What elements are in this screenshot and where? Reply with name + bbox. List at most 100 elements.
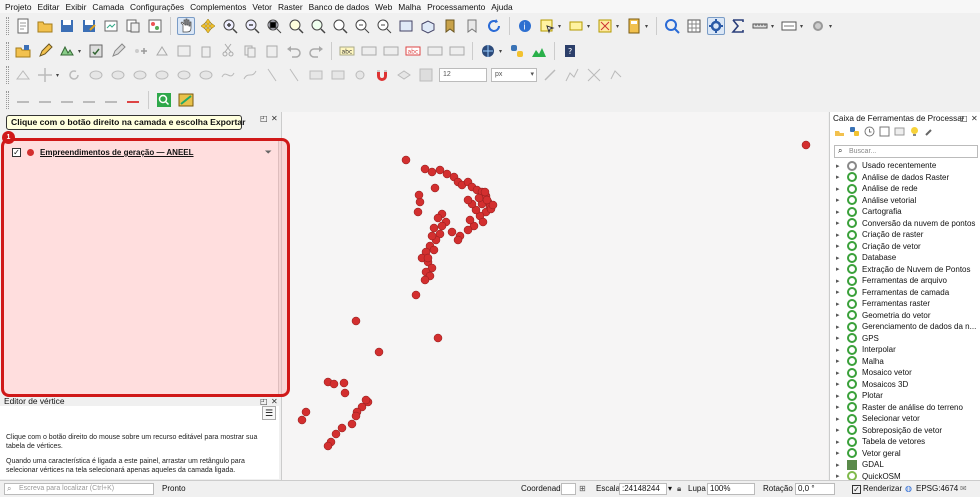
new-3d-view-icon[interactable] bbox=[419, 17, 437, 35]
save-as-icon[interactable] bbox=[80, 17, 98, 35]
split-parts-icon[interactable] bbox=[285, 66, 303, 84]
statistical-summary-icon[interactable] bbox=[685, 17, 703, 35]
magnifier-field[interactable]: 100% bbox=[707, 483, 755, 495]
expand-arrow-icon[interactable]: ▸ bbox=[836, 449, 844, 457]
toolbox-item[interactable]: ▸ Cartografia bbox=[836, 206, 979, 217]
shape-digitize-2-icon[interactable] bbox=[36, 91, 54, 109]
toolbox-item[interactable]: ▸ Vetor geral bbox=[836, 448, 979, 459]
label-rotate-icon[interactable] bbox=[426, 42, 444, 60]
zoom-in-icon[interactable] bbox=[221, 17, 239, 35]
map-point[interactable] bbox=[414, 190, 424, 200]
shape-digitize-4-icon[interactable] bbox=[80, 91, 98, 109]
expand-arrow-icon[interactable]: ▸ bbox=[836, 277, 844, 285]
zoom-green-icon[interactable] bbox=[155, 91, 173, 109]
map-point[interactable] bbox=[423, 253, 433, 263]
map-point[interactable] bbox=[433, 333, 443, 343]
toolbox-search-input[interactable]: Buscar... bbox=[834, 145, 978, 158]
python-icon[interactable] bbox=[849, 126, 860, 137]
expand-arrow-icon[interactable]: ▸ bbox=[836, 185, 844, 193]
zoom-selection-icon[interactable] bbox=[287, 17, 305, 35]
map-point[interactable] bbox=[474, 193, 484, 203]
open-project-icon[interactable] bbox=[36, 17, 54, 35]
quickmapservices-icon[interactable] bbox=[479, 42, 497, 60]
toolbox-item[interactable]: ▸ Raster de análise do terreno bbox=[836, 402, 979, 413]
refresh-icon[interactable] bbox=[485, 17, 503, 35]
expand-arrow-icon[interactable]: ▸ bbox=[836, 426, 844, 434]
expand-arrow-icon[interactable]: ▸ bbox=[836, 219, 844, 227]
copy-features-icon[interactable] bbox=[241, 42, 259, 60]
save-project-icon[interactable] bbox=[58, 17, 76, 35]
offset-curve-icon[interactable] bbox=[241, 66, 259, 84]
save-layer-edits-icon[interactable] bbox=[87, 42, 105, 60]
layer-visibility-checkbox[interactable]: ✓ bbox=[12, 148, 21, 157]
snapping-type-icon[interactable] bbox=[417, 66, 435, 84]
label-highlight-icon[interactable]: abc bbox=[404, 42, 422, 60]
pan-to-selection-icon[interactable] bbox=[199, 17, 217, 35]
pencil-edit-icon[interactable] bbox=[36, 42, 54, 60]
edit-features-icon[interactable] bbox=[894, 126, 905, 137]
expand-arrow-icon[interactable]: ▸ bbox=[836, 288, 844, 296]
map-point[interactable] bbox=[447, 227, 457, 237]
map-point[interactable] bbox=[420, 275, 430, 285]
shape-digitize-6-icon[interactable] bbox=[124, 91, 142, 109]
chevron-down-icon[interactable]: ▾ bbox=[616, 23, 621, 30]
expand-arrow-icon[interactable]: ▸ bbox=[836, 242, 844, 250]
map-point[interactable] bbox=[478, 217, 488, 227]
menu-banco-de-dados[interactable]: Banco de dados bbox=[306, 2, 373, 12]
toolbox-item[interactable]: ▸ Ferramentas de camada bbox=[836, 287, 979, 298]
delete-part-icon[interactable] bbox=[197, 66, 215, 84]
toolbox-item[interactable]: ▸ Plotar bbox=[836, 390, 979, 401]
map-point[interactable] bbox=[429, 245, 439, 255]
toolbox-item[interactable]: ▸ GDAL bbox=[836, 459, 979, 470]
close-panel-icon[interactable]: ✕ bbox=[271, 397, 278, 406]
chevron-down-icon[interactable]: ▾ bbox=[558, 23, 563, 30]
map-point[interactable] bbox=[374, 347, 384, 357]
toolbox-item[interactable]: ▸ Análise de rede bbox=[836, 183, 979, 194]
map-point[interactable] bbox=[465, 215, 475, 225]
topology-editing-icon[interactable] bbox=[541, 66, 559, 84]
toolbar-handle[interactable] bbox=[6, 42, 9, 60]
snapping-intersection-icon[interactable] bbox=[585, 66, 603, 84]
show-bookmarks-icon[interactable] bbox=[463, 17, 481, 35]
expand-arrow-icon[interactable]: ▸ bbox=[836, 380, 844, 388]
move-feature-icon[interactable] bbox=[36, 66, 54, 84]
menu-web[interactable]: Web bbox=[372, 2, 395, 12]
bookmark-icon[interactable] bbox=[441, 17, 459, 35]
chevron-down-icon[interactable]: ▾ bbox=[668, 484, 672, 493]
zoom-native-icon[interactable] bbox=[331, 17, 349, 35]
locator-search-input[interactable]: Escreva para localizar (Ctrl+K) bbox=[4, 483, 154, 495]
expand-arrow-icon[interactable]: ▸ bbox=[836, 472, 844, 480]
map-point[interactable] bbox=[301, 407, 311, 417]
hamburger-menu-icon[interactable]: ☰ bbox=[262, 406, 276, 420]
expand-arrow-icon[interactable]: ▸ bbox=[836, 265, 844, 273]
deselect-features-icon[interactable] bbox=[596, 17, 614, 35]
map-point[interactable] bbox=[427, 231, 437, 241]
map-point[interactable] bbox=[463, 195, 473, 205]
menu-vetor[interactable]: Vetor bbox=[249, 2, 275, 12]
select-by-value-icon[interactable] bbox=[567, 17, 585, 35]
map-point[interactable] bbox=[437, 221, 447, 231]
menu-configuracoes[interactable]: Configurações bbox=[127, 2, 187, 12]
metasearch-icon[interactable]: ? bbox=[561, 42, 579, 60]
toolbar-handle[interactable] bbox=[6, 17, 9, 35]
map-point[interactable] bbox=[339, 378, 349, 388]
map-point[interactable] bbox=[433, 213, 443, 223]
toolbox-item[interactable]: ▸ Ferramentas de arquivo bbox=[836, 275, 979, 286]
digitize-icon[interactable] bbox=[109, 42, 127, 60]
add-ring-icon[interactable] bbox=[109, 66, 127, 84]
toolbox-gear-icon[interactable] bbox=[707, 17, 725, 35]
results-icon[interactable] bbox=[879, 126, 890, 137]
rotation-field[interactable]: 0,0 ° bbox=[795, 483, 835, 495]
chevron-down-icon[interactable]: ▾ bbox=[645, 23, 650, 30]
menu-ajuda[interactable]: Ajuda bbox=[488, 2, 515, 12]
add-feature-icon[interactable] bbox=[131, 42, 149, 60]
toolbox-item[interactable]: ▸ Usado recentemente bbox=[836, 160, 979, 171]
shape-digitize-5-icon[interactable] bbox=[102, 91, 120, 109]
cut-features-icon[interactable] bbox=[219, 42, 237, 60]
expand-arrow-icon[interactable]: ▸ bbox=[836, 254, 844, 262]
chevron-down-icon[interactable]: ▾ bbox=[800, 23, 805, 30]
toolbox-item[interactable]: ▸ Malha bbox=[836, 356, 979, 367]
toolbox-item[interactable]: ▸ Mosaicos 3D bbox=[836, 379, 979, 390]
label-tool-icon[interactable] bbox=[360, 42, 378, 60]
expand-arrow-icon[interactable]: ▸ bbox=[836, 196, 844, 204]
